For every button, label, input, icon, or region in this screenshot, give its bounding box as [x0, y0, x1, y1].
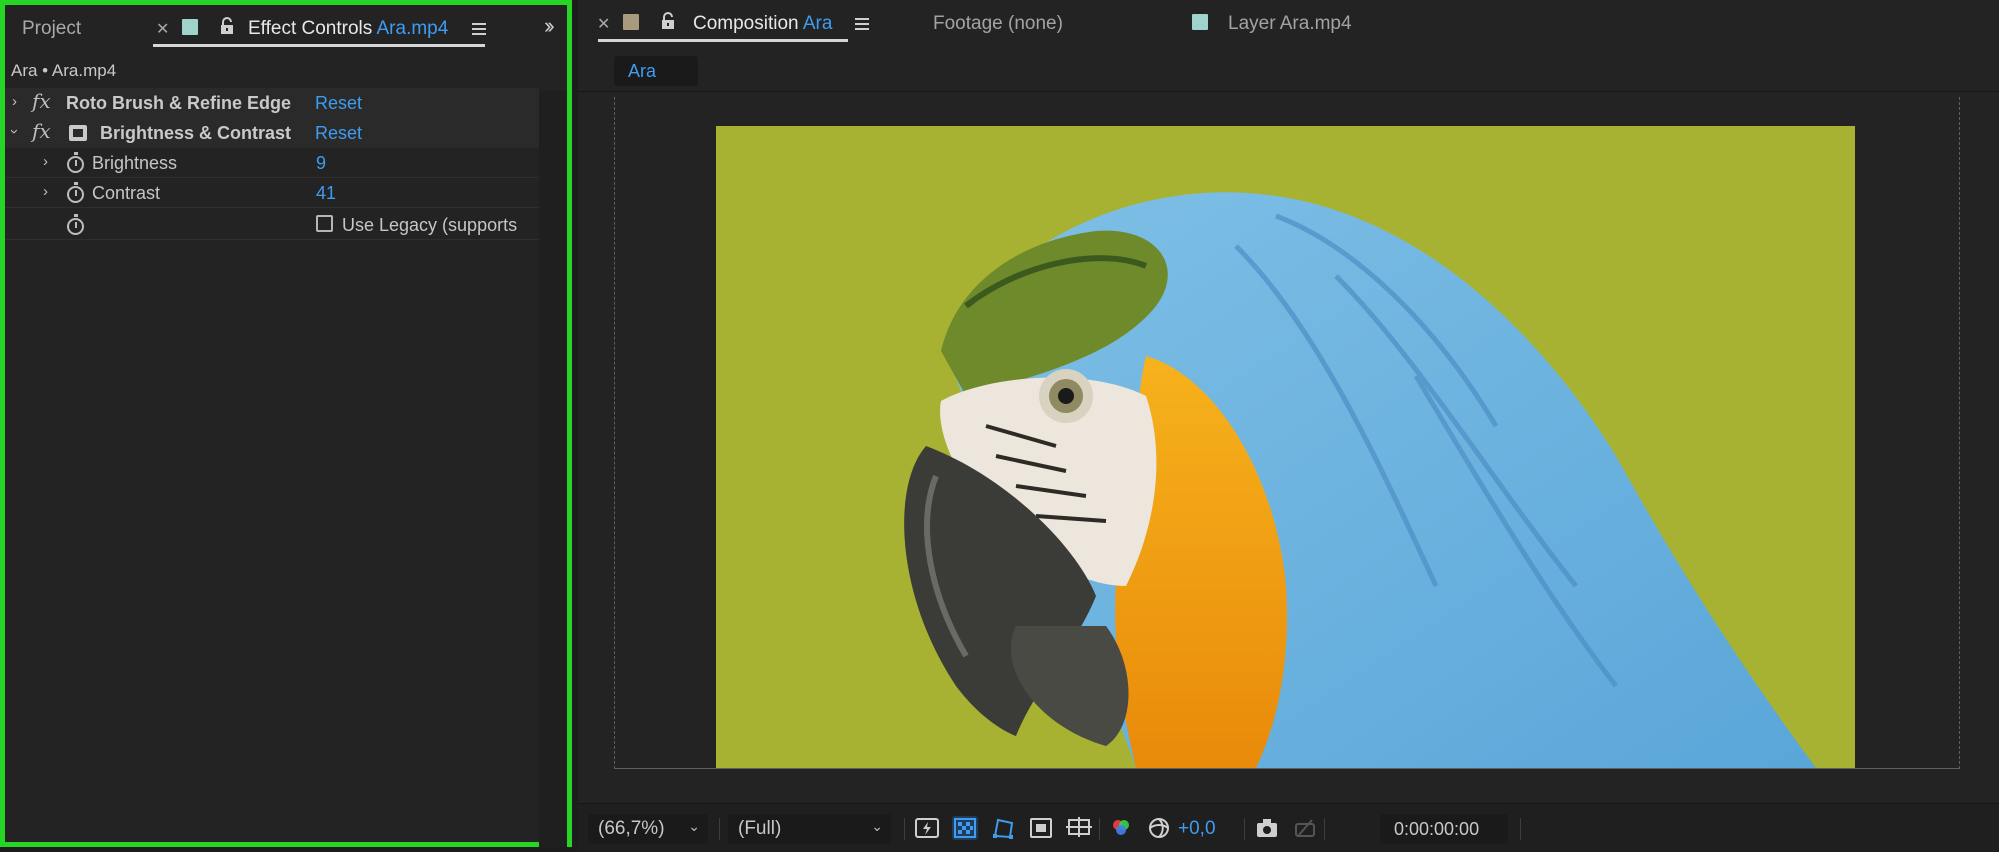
show-snapshot-icon[interactable] — [1292, 816, 1318, 840]
panel-scrollbar[interactable] — [539, 91, 567, 847]
param-value[interactable]: 41 — [316, 183, 336, 204]
color-management-icon[interactable] — [1146, 816, 1172, 840]
transparency-grid-icon[interactable] — [952, 816, 978, 840]
chevron-down-icon: ⌄ — [688, 818, 700, 834]
resolution-value: (Full) — [738, 818, 782, 839]
composition-image — [716, 126, 1855, 768]
active-tab-underline — [598, 39, 848, 42]
zoom-value: (66,7%) — [598, 818, 665, 839]
tab-project[interactable]: Project — [22, 18, 81, 40]
effect-controls-tab-file: Ara.mp4 — [376, 18, 449, 39]
effect-controls-color-swatch — [182, 19, 198, 35]
current-time-display[interactable]: 0:00:00:00 — [1380, 814, 1508, 844]
param-row-brightness: › Brightness 9 — [5, 148, 539, 178]
close-tab-icon[interactable]: ✕ — [597, 14, 610, 34]
divider — [1520, 818, 1521, 840]
param-value[interactable]: 9 — [316, 153, 326, 174]
tab-layer[interactable]: Layer Ara.mp4 — [1228, 13, 1352, 35]
divider — [1324, 818, 1325, 840]
composition-color-swatch — [623, 14, 639, 30]
gpu-accelerated-icon — [69, 125, 87, 141]
left-panel-tab-bar: Project ✕ Effect Controls Ara.mp4 ›› — [5, 5, 567, 53]
composition-breadcrumb-bar: Ara — [578, 50, 1999, 92]
parrot-illustration — [904, 192, 1816, 768]
right-panel-tab-bar: ✕ Composition Ara Footage (none) Layer A… — [578, 0, 1999, 48]
mask-visibility-icon[interactable] — [990, 816, 1016, 840]
panel-menu-icon[interactable] — [472, 23, 486, 35]
effect-row-roto-brush[interactable]: › fx Roto Brush & Refine Edge Reset — [5, 88, 539, 118]
chevron-down-icon[interactable]: › — [6, 129, 23, 134]
chevron-down-icon: ⌄ — [871, 818, 883, 834]
param-name: Brightness — [92, 153, 178, 173]
active-tab-underline — [153, 44, 485, 47]
effect-row-brightness-contrast[interactable]: › fx Brightness & Contrast Reset — [5, 118, 539, 148]
effect-name: Brightness & Contrast — [100, 123, 292, 143]
chevron-right-icon[interactable]: › — [12, 93, 17, 110]
viewer-controls-bar: (66,7%) ⌄ (Full) ⌄ +0,0 0:00:00:00 — [578, 803, 1999, 852]
breadcrumb-composition[interactable]: Ara — [614, 56, 698, 86]
panel-menu-icon[interactable] — [855, 18, 869, 30]
fx-icon[interactable]: fx — [32, 119, 51, 143]
use-legacy-checkbox[interactable] — [316, 215, 333, 232]
region-of-interest-icon[interactable] — [1028, 816, 1054, 840]
composition-tab-name: Ara — [802, 13, 833, 34]
chevron-right-icon[interactable]: › — [43, 153, 48, 170]
layer-color-swatch — [1192, 14, 1208, 30]
use-legacy-label: Use Legacy (supports — [342, 215, 518, 235]
close-tab-icon[interactable]: ✕ — [156, 19, 169, 39]
grid-guides-icon[interactable] — [1066, 816, 1092, 840]
lock-icon[interactable] — [219, 16, 235, 36]
effect-name: Roto Brush & Refine Edge — [66, 93, 292, 113]
expand-panels-icon[interactable]: ›› — [544, 13, 554, 39]
composition-panel: ✕ Composition Ara Footage (none) Layer A… — [578, 0, 1999, 852]
effect-controls-panel: Project ✕ Effect Controls Ara.mp4 ›› Ara… — [0, 0, 572, 847]
stopwatch-icon[interactable] — [67, 214, 84, 235]
divider — [719, 818, 720, 840]
composition-viewer[interactable] — [578, 93, 1999, 805]
param-name: Contrast — [92, 183, 161, 203]
stopwatch-icon[interactable] — [67, 182, 84, 203]
chevron-right-icon[interactable]: › — [43, 183, 48, 200]
fast-previews-icon[interactable] — [914, 816, 940, 840]
lock-icon[interactable] — [660, 11, 676, 31]
stopwatch-icon[interactable] — [67, 152, 84, 173]
composition-tab-label: Composition — [693, 13, 799, 34]
effect-controls-subject: Ara • Ara.mp4 — [11, 61, 117, 80]
tab-composition[interactable]: Composition Ara — [693, 13, 832, 35]
param-row-contrast: › Contrast 41 — [5, 178, 539, 208]
divider — [1099, 818, 1100, 840]
exposure-value[interactable]: +0,0 — [1178, 818, 1216, 840]
divider — [1244, 818, 1245, 840]
camera-icon[interactable] — [1254, 816, 1280, 840]
divider — [904, 818, 905, 840]
fx-icon[interactable]: fx — [32, 89, 51, 113]
tab-footage[interactable]: Footage (none) — [933, 13, 1063, 35]
param-row-use-legacy: Use Legacy (supports — [5, 209, 539, 240]
reset-link[interactable]: Reset — [315, 123, 362, 144]
zoom-dropdown[interactable]: (66,7%) ⌄ — [588, 814, 708, 844]
effect-controls-tab-label: Effect Controls — [248, 18, 373, 39]
resolution-dropdown[interactable]: (Full) ⌄ — [728, 814, 891, 844]
reset-link[interactable]: Reset — [315, 93, 362, 114]
tab-effect-controls[interactable]: Effect Controls Ara.mp4 — [248, 18, 448, 40]
channels-icon[interactable] — [1108, 816, 1134, 840]
